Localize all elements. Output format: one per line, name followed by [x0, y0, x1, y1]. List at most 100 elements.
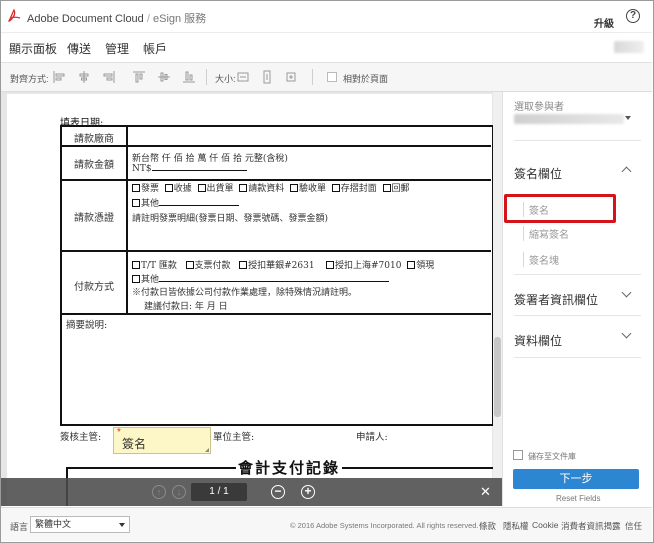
language-select[interactable]: 繁體中文	[30, 516, 130, 533]
nav-manage[interactable]: 管理	[105, 40, 129, 57]
table-divider	[62, 250, 491, 252]
signature-field-label: 簽名	[122, 437, 147, 451]
align-bottom-icon[interactable]	[182, 70, 196, 84]
required-mark: *	[117, 427, 121, 438]
signer-info-header[interactable]: 簽署者資訊欄位	[514, 291, 598, 308]
table-divider	[62, 313, 491, 315]
next-button[interactable]: 下一步	[513, 469, 639, 489]
voucher-note: 請註明發票明細(發票日期、發票號碼、發票金額)	[132, 214, 329, 224]
language-label: 語言	[10, 522, 29, 532]
chevron-down-icon[interactable]	[621, 287, 632, 298]
voucher-checkbox	[239, 184, 248, 192]
nav-dashboard[interactable]: 顯示面板	[9, 40, 57, 57]
footer-link-terms[interactable]: 條款	[479, 520, 496, 532]
request-form-table: 請款廠商 請款金額 新台幣 仟 佰 拾 萬 仟 佰 拾 元整(含稅) NT$ 請…	[60, 125, 494, 426]
payment-other-label: 其他	[141, 275, 160, 285]
prev-page-icon[interactable]: ↑	[152, 485, 166, 499]
main-nav: 顯示面板 傳送 管理 帳戶	[1, 33, 652, 63]
payment-options: T/T 匯款 支票付款 授扣華銀#2631 授扣上海#7010 領現	[132, 258, 434, 271]
nav-send[interactable]: 傳送	[67, 40, 91, 57]
chevron-down-icon[interactable]	[625, 116, 631, 120]
nav-account[interactable]: 帳戶	[143, 40, 167, 57]
page-controls: ↑ ↓ 1 / 1 − + ✕	[1, 478, 502, 506]
recipient-title: 選取參與者	[514, 102, 564, 113]
nt-label: NT$	[132, 164, 152, 174]
payment-label: 付款方式	[74, 282, 114, 293]
payment-checkbox	[239, 261, 248, 269]
align-middle-icon[interactable]	[157, 70, 171, 84]
chevron-down-icon	[119, 523, 125, 527]
vendor-label: 請款廠商	[74, 134, 114, 145]
footer-link-cookie[interactable]: Cookie	[532, 520, 558, 530]
relative-to-page-checkbox[interactable]	[327, 72, 337, 82]
recipient-select[interactable]	[514, 114, 624, 124]
highlight-box	[504, 194, 616, 223]
panel-divider	[514, 274, 641, 275]
signature-fields-header[interactable]: 簽名欄位	[514, 165, 562, 182]
user-avatar[interactable]	[614, 41, 644, 53]
table-divider	[62, 145, 491, 147]
voucher-checkbox	[197, 184, 206, 192]
footer-link-trust[interactable]: 信任	[625, 520, 642, 532]
title-separator: /	[146, 13, 150, 25]
document-page: 填表日期: 請款廠商 請款金額 新台幣 仟 佰 拾 萬 仟 佰 拾 元整(含稅)…	[7, 94, 500, 506]
help-icon[interactable]: ?	[626, 9, 640, 23]
resize-handle[interactable]	[205, 448, 209, 452]
voucher-option: 出貨單	[206, 184, 234, 194]
footer-link-privacy[interactable]: 隱私權	[503, 520, 529, 532]
scrollbar-thumb[interactable]	[494, 337, 501, 417]
voucher-option: 請款資料	[248, 184, 285, 194]
toolbar-divider	[206, 69, 207, 85]
accounting-title: 會計支付記錄	[236, 457, 343, 478]
adobe-acrobat-icon	[7, 9, 21, 22]
footer: 語言 繁體中文 © 2016 Adobe Systems Incorporate…	[1, 507, 652, 541]
voucher-checkbox	[382, 184, 391, 192]
voucher-option: 發票	[141, 184, 160, 194]
voucher-other: 其他	[132, 196, 240, 209]
same-height-icon[interactable]	[260, 70, 274, 84]
voucher-checkbox	[290, 184, 298, 192]
field-signature-block[interactable]: 簽名塊	[523, 252, 559, 267]
document-scrollbar[interactable]	[493, 92, 502, 506]
next-page-icon[interactable]: ↓	[172, 485, 186, 499]
amount-line: 新台幣 仟 佰 拾 萬 仟 佰 拾 元整(含稅)	[132, 154, 288, 164]
align-top-icon[interactable]	[132, 70, 146, 84]
footer-link-consumer[interactable]: 消費者資訊揭露	[561, 520, 621, 532]
payment-checkbox	[326, 261, 335, 269]
voucher-checkbox	[132, 199, 140, 207]
save-to-library-label: 儲存至文件庫	[528, 452, 576, 461]
page-indicator[interactable]: 1 / 1	[191, 483, 247, 501]
chevron-up-icon[interactable]	[621, 166, 632, 177]
data-fields-header[interactable]: 資料欄位	[514, 332, 562, 349]
language-value: 繁體中文	[35, 519, 72, 529]
app-name: Adobe Document Cloud	[27, 13, 144, 25]
reset-fields-link[interactable]: Reset Fields	[556, 494, 600, 503]
voucher-option: 回郵	[391, 184, 410, 194]
align-left-icon[interactable]	[52, 70, 66, 84]
voucher-label: 請款憑證	[74, 213, 114, 224]
same-width-icon[interactable]	[236, 70, 250, 84]
payment-checkbox	[132, 261, 140, 269]
upgrade-link[interactable]: 升級	[594, 15, 614, 30]
save-to-library-checkbox[interactable]	[513, 450, 523, 460]
signature-field[interactable]: * 簽名	[113, 427, 211, 454]
align-center-icon[interactable]	[77, 70, 91, 84]
field-initials[interactable]: 縮寫簽名	[523, 226, 569, 241]
payment-option: 領現	[416, 261, 435, 271]
zoom-out-icon[interactable]: −	[271, 485, 285, 499]
voucher-checkbox	[331, 184, 340, 192]
app-title: Adobe Document Cloud / eSign 服務	[27, 10, 206, 26]
payment-option: 支票付款	[194, 261, 231, 271]
chevron-down-icon[interactable]	[621, 328, 632, 339]
same-size-icon[interactable]	[284, 70, 298, 84]
copyright: © 2016 Adobe Systems Incorporated. All r…	[290, 521, 479, 530]
voucher-options: 發票 收據 出貨單 請款資料 驗收單 存摺封面 回郵	[132, 181, 410, 194]
align-right-icon[interactable]	[102, 70, 116, 84]
voucher-option: 存摺封面	[340, 184, 377, 194]
toolbar-divider	[312, 69, 313, 85]
approver-label: 簽核主管:	[60, 432, 102, 443]
voucher-checkbox	[132, 184, 140, 192]
close-icon[interactable]: ✕	[480, 484, 491, 500]
nt-underline	[151, 170, 247, 171]
zoom-in-icon[interactable]: +	[301, 485, 315, 499]
